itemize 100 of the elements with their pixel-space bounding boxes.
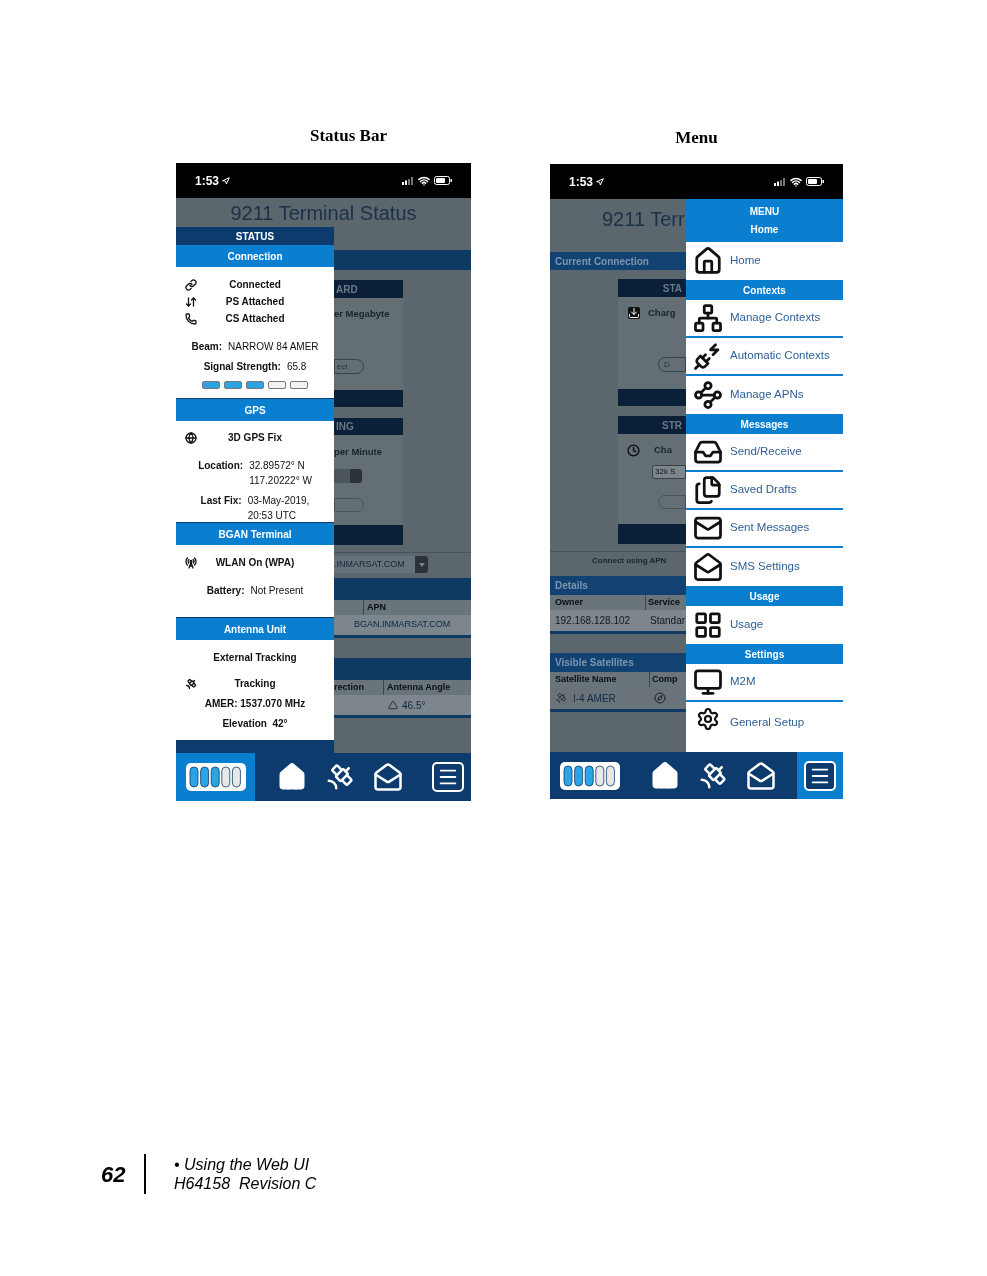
satellite-icon bbox=[698, 760, 728, 791]
location-arrow-icon bbox=[222, 176, 231, 185]
menu-item[interactable]: Send/Receive bbox=[686, 434, 843, 472]
menu-icon bbox=[432, 762, 464, 792]
footer-text: H64158 Revision C bbox=[174, 1174, 317, 1193]
menu-icon bbox=[804, 760, 836, 791]
table-cell-text: 192.168.128.102 bbox=[554, 614, 632, 628]
home-icon bbox=[277, 762, 307, 792]
card-footer bbox=[334, 390, 403, 407]
envelope-icon bbox=[373, 762, 403, 792]
status-text: PS Attached bbox=[224, 295, 286, 309]
menu-item[interactable]: Sent Messages bbox=[686, 510, 843, 548]
rate-select[interactable]: 32k S bbox=[652, 465, 686, 480]
menu-subtitle: Home bbox=[750, 224, 779, 235]
table-cell-text: BGAN.INMARSAT.COM bbox=[354, 618, 452, 632]
antenna-icon bbox=[185, 556, 197, 569]
menu-item[interactable]: General Setup bbox=[686, 702, 843, 732]
section-header: BGAN Terminal bbox=[176, 523, 334, 545]
envelope-icon bbox=[746, 760, 776, 791]
phone-icon bbox=[185, 312, 197, 325]
section-header: Connection bbox=[176, 245, 334, 267]
card-footer bbox=[334, 525, 403, 545]
column-header: Service bbox=[647, 595, 682, 609]
rate-select[interactable] bbox=[334, 469, 362, 484]
caret-icon bbox=[418, 562, 425, 567]
satellite-icon bbox=[555, 692, 567, 704]
compass-icon bbox=[654, 692, 666, 704]
figure-caption: Status Bar bbox=[309, 125, 388, 145]
page-title: 9211 Terminal Status bbox=[229, 201, 418, 226]
section-bar: Current Connection bbox=[550, 252, 686, 270]
apn-label: Connect using APN bbox=[591, 554, 668, 567]
menu-section-header: Contexts bbox=[686, 280, 843, 300]
arrows-icon bbox=[185, 295, 197, 308]
battery-icon bbox=[434, 176, 452, 185]
field-value: 03-May-2019, bbox=[247, 494, 310, 508]
figure-caption: Menu bbox=[674, 127, 719, 147]
clock-icon bbox=[627, 443, 640, 457]
status-text: CS Attached bbox=[224, 312, 286, 326]
status-text: 3D GPS Fix bbox=[227, 431, 283, 445]
documents-icon bbox=[693, 475, 723, 505]
wifi-icon bbox=[790, 175, 802, 188]
field-value: Not Present bbox=[250, 584, 304, 598]
menu-section-header: Messages bbox=[686, 414, 843, 434]
menu-item[interactable]: M2M bbox=[686, 664, 843, 702]
signal-pills-icon bbox=[558, 760, 621, 791]
table-cell-text: Standar bbox=[649, 614, 686, 628]
status-line: AMER: 1537.070 MHz bbox=[203, 697, 307, 711]
status-text: WLAN On (WPA) bbox=[214, 556, 296, 570]
field-value: 117.20222° W bbox=[249, 474, 312, 488]
field-value: NARROW 84 AMER bbox=[228, 340, 319, 354]
card-text: er Megabyte bbox=[334, 307, 391, 321]
signal-icon bbox=[774, 177, 786, 186]
satellite-icon bbox=[325, 762, 355, 792]
menu-item[interactable]: Manage APNs bbox=[686, 376, 843, 414]
page-number: 62 bbox=[101, 1160, 127, 1189]
menu-section-header: Usage bbox=[686, 586, 843, 606]
section-bar: Visible Satellites bbox=[550, 653, 686, 672]
section-header: GPS bbox=[176, 399, 334, 421]
status-text: Tracking bbox=[233, 677, 277, 691]
card-footer bbox=[618, 389, 686, 406]
field-label: Signal Strength: bbox=[203, 360, 281, 374]
menu-item[interactable]: Usage bbox=[686, 606, 843, 644]
field-label: Location: bbox=[198, 459, 244, 473]
table-cell-text: I-4 AMER bbox=[573, 691, 616, 706]
menu-title: MENU bbox=[749, 206, 780, 217]
house-icon bbox=[693, 246, 723, 276]
field-label: Battery: bbox=[206, 584, 245, 598]
globe-icon bbox=[185, 431, 197, 444]
battery-icon bbox=[806, 177, 824, 186]
card-text: per Minute bbox=[334, 445, 384, 459]
panel-title: STATUS bbox=[234, 229, 276, 244]
page-title: 9211 Terr bbox=[601, 207, 686, 231]
field-label: Last Fix: bbox=[200, 494, 242, 508]
menu-item[interactable]: Home bbox=[686, 242, 843, 280]
status-text: Connected bbox=[228, 278, 282, 292]
menu-item[interactable]: SMS Settings bbox=[686, 548, 843, 586]
field-value: 32.89572° N bbox=[249, 459, 306, 473]
signal-tab[interactable] bbox=[176, 753, 255, 801]
open-envelope-icon bbox=[693, 552, 723, 582]
menu-item[interactable]: Automatic Contexts bbox=[686, 338, 843, 376]
download-icon bbox=[628, 307, 640, 320]
card-header: STA bbox=[618, 279, 686, 297]
network-icon bbox=[693, 303, 723, 333]
section-bar: Details bbox=[550, 576, 686, 595]
card-header: STR bbox=[618, 416, 686, 434]
card-text: Charg bbox=[648, 306, 676, 320]
status-line: External Tracking bbox=[212, 651, 298, 665]
signal-icon bbox=[402, 176, 414, 185]
field-label: Beam: bbox=[191, 340, 222, 354]
section-header: Antenna Unit bbox=[176, 618, 334, 640]
card-footer bbox=[618, 524, 686, 544]
column-header: Antenna Angle bbox=[386, 680, 452, 694]
menu-section-header: Settings bbox=[686, 644, 843, 664]
status-line: Elevation 42° bbox=[221, 717, 289, 731]
menu-item[interactable]: Manage Contexts bbox=[686, 300, 843, 338]
menu-item[interactable]: Saved Drafts bbox=[686, 472, 843, 510]
card-header: ARD bbox=[334, 280, 403, 298]
clock-time: 1:53 bbox=[195, 172, 220, 190]
home-icon bbox=[650, 760, 680, 791]
menu-tab[interactable] bbox=[797, 752, 843, 799]
